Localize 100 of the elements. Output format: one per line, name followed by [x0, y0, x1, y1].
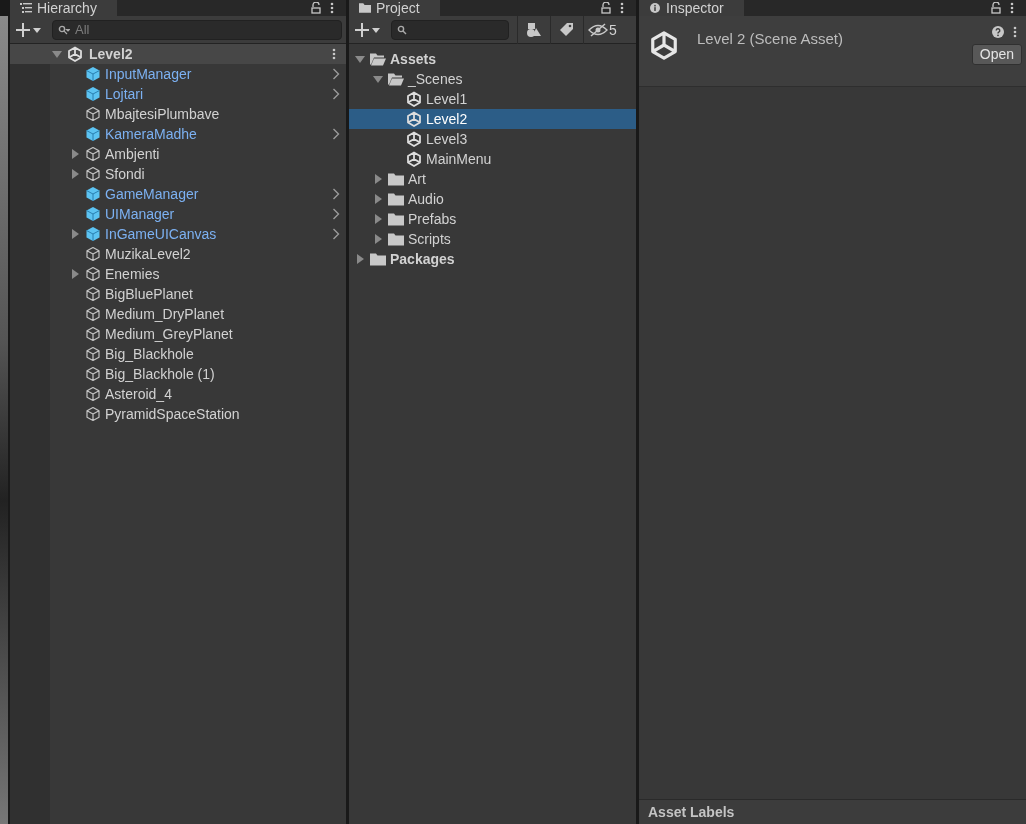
folder-icon — [359, 2, 371, 13]
item-name: Assets — [390, 51, 436, 67]
object-name: Asteroid_4 — [105, 386, 172, 402]
item-name: Scripts — [408, 231, 451, 247]
hierarchy-item[interactable]: MbajtesiPlumbave — [10, 104, 346, 124]
hierarchy-item[interactable]: Ambjenti — [10, 144, 346, 164]
hierarchy-item[interactable]: Asteroid_4 — [10, 384, 346, 404]
cube-outline-icon — [85, 166, 101, 182]
hierarchy-tab[interactable]: Hierarchy — [10, 0, 117, 16]
project-item[interactable]: Audio — [349, 189, 636, 209]
hierarchy-item[interactable]: Big_Blackhole — [10, 344, 346, 364]
lock-icon[interactable] — [601, 2, 611, 14]
cube-outline-icon — [85, 286, 101, 302]
item-name: Packages — [390, 251, 455, 267]
cube-outline-icon — [85, 146, 101, 162]
hierarchy-item[interactable]: Medium_GreyPlanet — [10, 324, 346, 344]
item-name: MainMenu — [426, 151, 492, 167]
object-name: KameraMadhe — [105, 126, 197, 142]
hierarchy-item[interactable]: Medium_DryPlanet — [10, 304, 346, 324]
project-item[interactable]: _Scenes — [349, 69, 636, 89]
cube-outline-icon — [85, 246, 101, 262]
object-name: InGameUICanvas — [105, 226, 217, 242]
object-name: MbajtesiPlumbave — [105, 106, 220, 122]
item-name: Level2 — [426, 111, 468, 127]
item-name: _Scenes — [408, 71, 463, 87]
object-name: MuzikaLevel2 — [105, 246, 191, 262]
object-name: Big_Blackhole — [105, 346, 194, 362]
search-field[interactable] — [391, 19, 509, 40]
asset-title: Level 2 (Scene Asset) — [697, 30, 843, 47]
expand-arrow-icon[interactable] — [70, 269, 80, 279]
help-icon[interactable] — [992, 26, 1004, 38]
search-icon — [397, 24, 409, 35]
cube-outline-icon — [85, 106, 101, 122]
scene-root-row[interactable]: Level2 — [10, 44, 346, 64]
object-name: GameManager — [105, 186, 199, 202]
open-folder-icon — [388, 71, 404, 87]
object-name: Big_Blackhole (1) — [105, 366, 215, 382]
more-options-icon[interactable] — [332, 48, 336, 60]
more-options-icon[interactable] — [620, 2, 624, 14]
eye-slash-icon — [588, 22, 609, 37]
hierarchy-item[interactable]: Sfondi — [10, 164, 346, 184]
hierarchy-item[interactable]: InGameUICanvas — [10, 224, 346, 244]
cube-outline-icon — [85, 326, 101, 342]
lock-icon[interactable] — [991, 2, 1001, 14]
project-item[interactable]: Packages — [349, 249, 636, 269]
cube-icon — [85, 226, 101, 242]
hierarchy-item[interactable]: InputManager — [10, 64, 346, 84]
chevron-right-icon[interactable] — [332, 68, 340, 80]
chevron-right-icon[interactable] — [332, 228, 340, 240]
hierarchy-item[interactable]: MuzikaLevel2 — [10, 244, 346, 264]
object-name: Medium_DryPlanet — [105, 306, 225, 322]
project-item[interactable]: Level2 — [349, 109, 636, 129]
object-name: Enemies — [105, 266, 160, 282]
hierarchy-item[interactable]: PyramidSpaceStation — [10, 404, 346, 424]
hierarchy-item[interactable]: Big_Blackhole (1) — [10, 364, 346, 384]
tag-icon — [559, 21, 575, 38]
search-field[interactable]: All — [52, 19, 342, 40]
scene-icon — [649, 30, 679, 60]
chevron-right-icon[interactable] — [332, 208, 340, 220]
search-icon — [58, 24, 70, 35]
object-name: Lojtari — [105, 86, 144, 102]
more-options-icon[interactable] — [330, 2, 334, 14]
project-item[interactable]: Art — [349, 169, 636, 189]
info-icon — [649, 2, 661, 13]
hierarchy-item[interactable]: UIManager — [10, 204, 346, 224]
cube-outline-icon — [85, 386, 101, 402]
project-tab[interactable]: Project — [349, 0, 440, 16]
cube-outline-icon — [85, 406, 101, 422]
project-item[interactable]: Scripts — [349, 229, 636, 249]
expand-arrow-icon[interactable] — [52, 49, 62, 59]
scene-icon — [67, 46, 83, 62]
lock-icon[interactable] — [311, 2, 321, 14]
object-name: BigBluePlanet — [105, 286, 193, 302]
open-button[interactable]: Open — [971, 44, 1022, 65]
inspector-tab[interactable]: Inspector — [639, 0, 744, 16]
folder-icon — [388, 211, 404, 227]
chevron-right-icon[interactable] — [332, 188, 340, 200]
folder-icon — [388, 171, 404, 187]
project-item[interactable]: Assets — [349, 49, 636, 69]
item-name: Level3 — [426, 131, 468, 147]
hierarchy-item[interactable]: Enemies — [10, 264, 346, 284]
project-item[interactable]: Level3 — [349, 129, 636, 149]
expand-arrow-icon[interactable] — [70, 229, 80, 239]
item-name: Art — [408, 171, 426, 187]
list-icon — [20, 2, 32, 13]
hierarchy-item[interactable]: KameraMadhe — [10, 124, 346, 144]
hidden-packages-button[interactable]: 5 — [583, 15, 621, 44]
project-item[interactable]: Prefabs — [349, 209, 636, 229]
cube-icon — [85, 126, 101, 142]
chevron-right-icon[interactable] — [332, 128, 340, 140]
hierarchy-item[interactable]: BigBluePlanet — [10, 284, 346, 304]
project-item[interactable]: Level1 — [349, 89, 636, 109]
more-options-icon[interactable] — [1013, 26, 1017, 38]
more-options-icon[interactable] — [1010, 2, 1014, 14]
object-name: Ambjenti — [105, 146, 160, 162]
scene-name: Level2 — [89, 46, 133, 62]
hierarchy-item[interactable]: Lojtari — [10, 84, 346, 104]
hierarchy-item[interactable]: GameManager — [10, 184, 346, 204]
project-item[interactable]: MainMenu — [349, 149, 636, 169]
chevron-right-icon[interactable] — [332, 88, 340, 100]
